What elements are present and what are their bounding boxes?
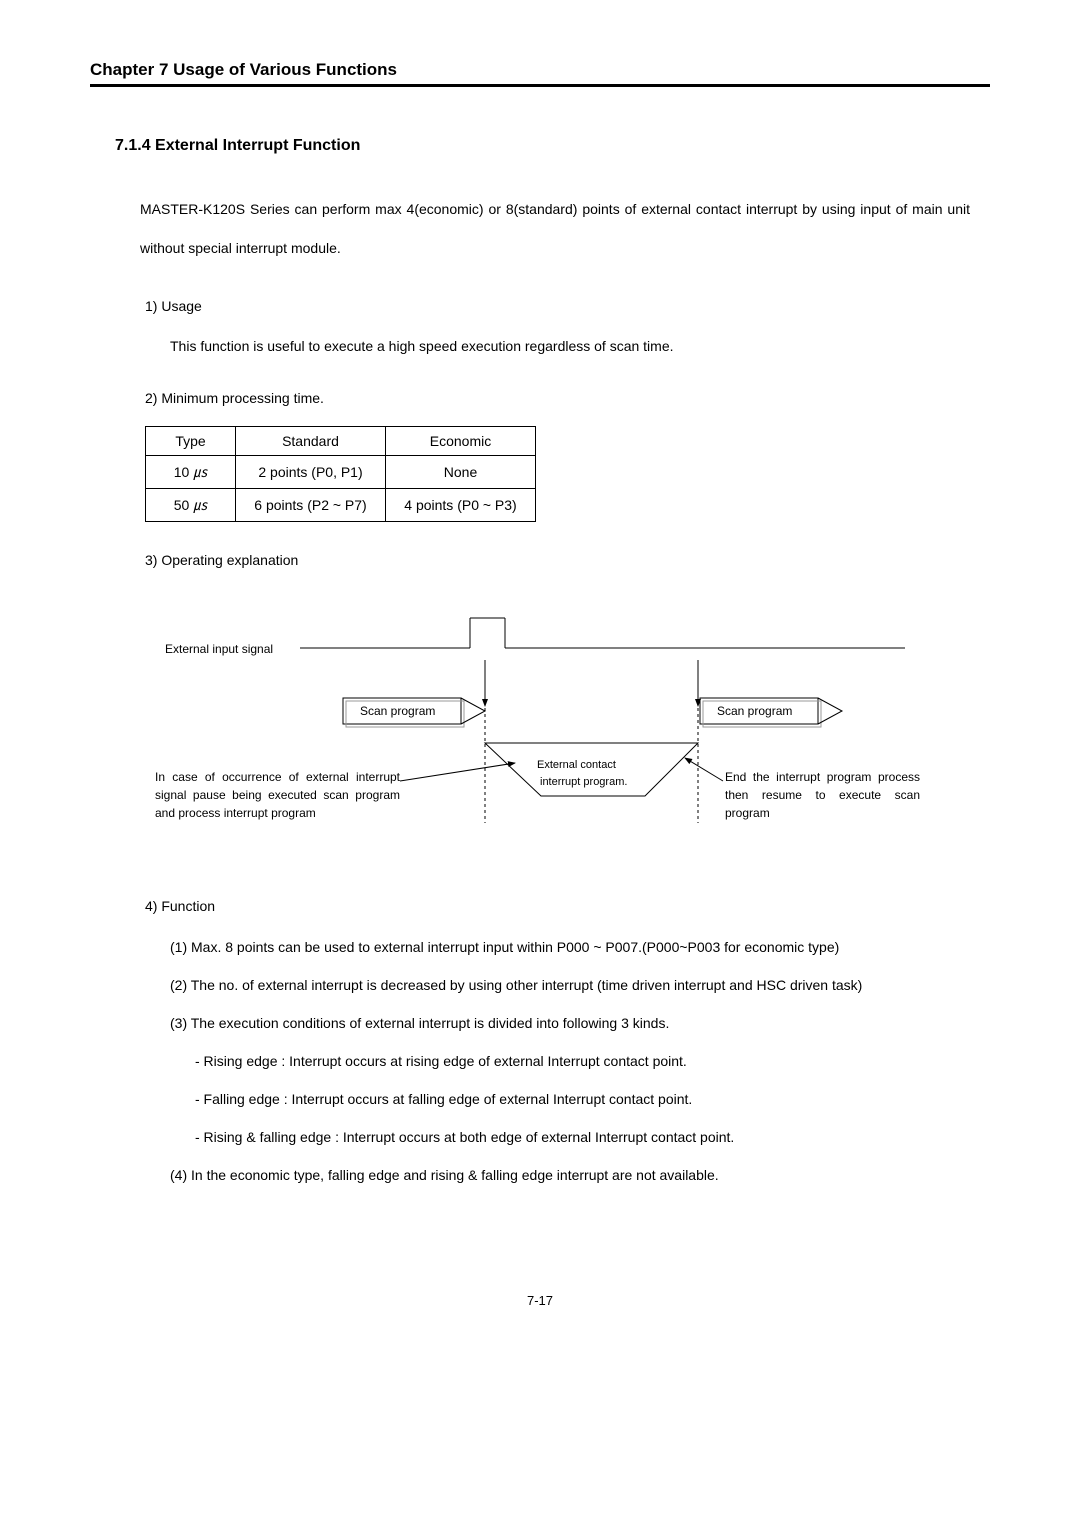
fn-bullet-2: - Falling edge : Interrupt occurs at fal… (195, 1091, 990, 1107)
fn-item-3: (3) The execution conditions of external… (170, 1015, 990, 1031)
processing-time-table: Type Standard Economic 10 ㎲ 2 points (P0… (145, 426, 990, 522)
diag-left-note: In case of occurrence of external interr… (155, 768, 400, 822)
th-economic: Economic (386, 426, 536, 455)
diag-ext-contact2: interrupt program. (540, 776, 627, 788)
fn-bullet-3: - Rising & falling edge : Interrupt occu… (195, 1129, 990, 1145)
subsection-1-head: 1) Usage (145, 298, 990, 314)
fn-bullet-1: - Rising edge : Interrupt occurs at risi… (195, 1053, 990, 1069)
subsection-3-head: 3) Operating explanation (145, 552, 990, 568)
fn-item-4: (4) In the economic type, falling edge a… (170, 1167, 990, 1183)
function-list: (1) Max. 8 points can be used to externa… (170, 939, 990, 1183)
th-standard: Standard (236, 426, 386, 455)
section-title: 7.1.4 External Interrupt Function (115, 137, 990, 155)
diag-ext-contact1: External contact (537, 759, 616, 771)
th-type: Type (146, 426, 236, 455)
diag-right-note: End the interrupt program process then r… (725, 768, 920, 822)
operating-diagram: External input signal Scan program Scan … (145, 598, 990, 848)
page-number: 7-17 (90, 1293, 990, 1308)
diag-scan2-label: Scan program (717, 704, 792, 718)
td-50us: 50 ㎲ (146, 488, 236, 521)
td-10us: 10 ㎲ (146, 455, 236, 488)
intro-paragraph: MASTER-K120S Series can perform max 4(ec… (140, 190, 970, 268)
fn-item-1: (1) Max. 8 points can be used to externa… (170, 939, 990, 955)
td-50us-eco: 4 points (P0 ~ P3) (386, 488, 536, 521)
diag-scan1-label: Scan program (360, 704, 435, 718)
td-50us-std: 6 points (P2 ~ P7) (236, 488, 386, 521)
subsection-4-head: 4) Function (145, 898, 990, 914)
subsection-2-head: 2) Minimum processing time. (145, 390, 990, 406)
diag-ext-input-label: External input signal (165, 642, 273, 656)
chapter-header: Chapter 7 Usage of Various Functions (90, 60, 990, 87)
td-10us-std: 2 points (P0, P1) (236, 455, 386, 488)
fn-item-2: (2) The no. of external interrupt is dec… (170, 977, 990, 993)
td-10us-eco: None (386, 455, 536, 488)
subsection-1-body: This function is useful to execute a hig… (170, 334, 990, 359)
